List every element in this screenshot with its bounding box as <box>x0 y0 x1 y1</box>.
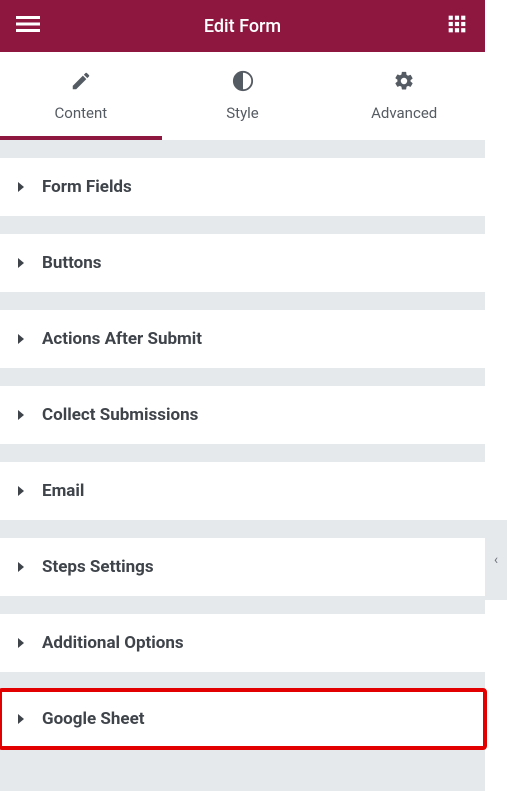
section-label: Email <box>42 481 84 501</box>
section-list: Form Fields Buttons Actions After Submit… <box>0 140 485 748</box>
pencil-icon <box>70 70 92 96</box>
panel-collapse-handle[interactable]: ‹ <box>485 520 507 600</box>
section-form-fields[interactable]: Form Fields <box>0 158 485 216</box>
section-label: Buttons <box>42 253 102 273</box>
caret-right-icon <box>18 638 24 648</box>
menu-button[interactable] <box>14 12 42 40</box>
section-steps-settings[interactable]: Steps Settings <box>0 538 485 596</box>
tab-advanced[interactable]: Advanced <box>323 52 485 140</box>
apps-button[interactable] <box>443 12 471 40</box>
tab-style[interactable]: Style <box>162 52 324 140</box>
contrast-icon <box>232 70 254 96</box>
tab-label: Advanced <box>371 104 437 122</box>
gear-icon <box>393 70 415 96</box>
tab-label: Content <box>55 104 108 122</box>
tab-content[interactable]: Content <box>0 52 162 140</box>
section-collect-submissions[interactable]: Collect Submissions <box>0 386 485 444</box>
section-label: Google Sheet <box>42 709 145 729</box>
section-label: Steps Settings <box>42 557 154 577</box>
section-google-sheet[interactable]: Google Sheet <box>0 690 485 748</box>
panel-title: Edit Form <box>42 16 443 37</box>
caret-right-icon <box>18 486 24 496</box>
section-label: Collect Submissions <box>42 405 198 425</box>
caret-right-icon <box>18 562 24 572</box>
caret-right-icon <box>18 334 24 344</box>
hamburger-icon <box>16 12 40 40</box>
caret-right-icon <box>18 410 24 420</box>
section-label: Additional Options <box>42 633 184 653</box>
section-buttons[interactable]: Buttons <box>0 234 485 292</box>
panel-header: Edit Form <box>0 0 485 52</box>
section-actions-after-submit[interactable]: Actions After Submit <box>0 310 485 368</box>
caret-right-icon <box>18 258 24 268</box>
tab-bar: Content Style Advanced <box>0 52 485 140</box>
section-label: Actions After Submit <box>42 329 202 349</box>
chevron-left-icon: ‹ <box>494 552 498 568</box>
editor-panel: Edit Form Content <box>0 0 485 791</box>
caret-right-icon <box>18 714 24 724</box>
apps-grid-icon <box>447 14 467 38</box>
section-label: Form Fields <box>42 177 132 197</box>
section-additional-options[interactable]: Additional Options <box>0 614 485 672</box>
tab-label: Style <box>226 104 259 122</box>
caret-right-icon <box>18 182 24 192</box>
section-email[interactable]: Email <box>0 462 485 520</box>
